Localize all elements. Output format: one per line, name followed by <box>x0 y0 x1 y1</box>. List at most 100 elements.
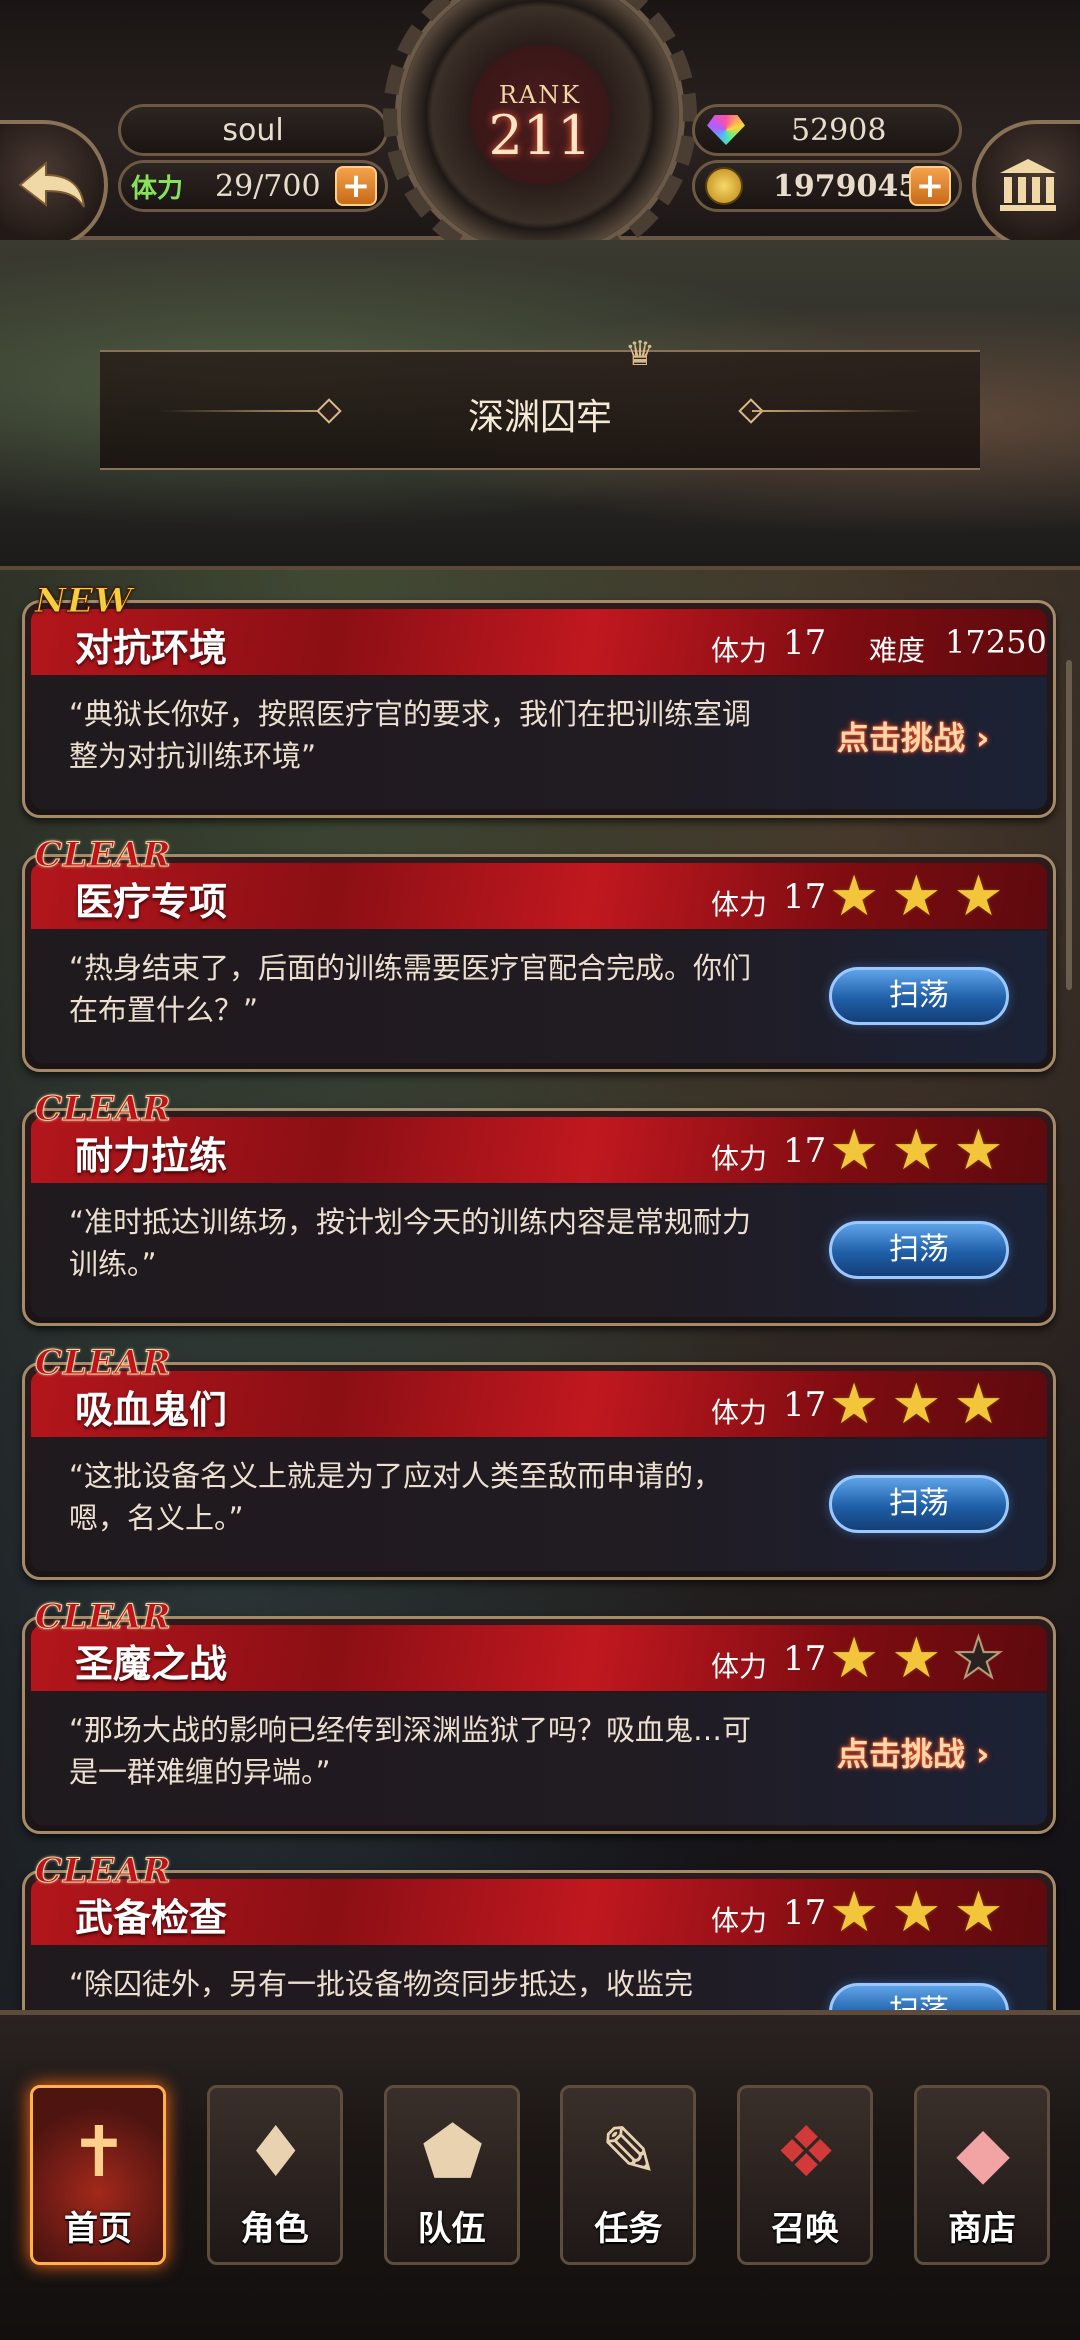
gems-value: 52908 <box>791 112 887 148</box>
shop-gem-icon: ◆ <box>956 2111 1010 2193</box>
stamina-cost-value: 17 <box>783 1639 827 1679</box>
nav-quest[interactable]: ✎ 任务 <box>560 2085 697 2265</box>
stamina-cost-value: 17 <box>783 877 827 917</box>
stage-banner: ♛ 深渊囚牢 <box>0 240 1080 570</box>
sweep-button[interactable]: 扫荡 <box>829 1475 1009 1533</box>
stage-card-header: 医疗专项 体力 17 ★ ★ ★ <box>31 863 1047 929</box>
star-filled-icon: ★ <box>891 1880 942 1945</box>
quest-book-icon: ✎ <box>600 2111 659 2193</box>
rank-value: 211 <box>488 104 592 167</box>
star-filled-icon: ★ <box>891 864 942 929</box>
stage-description: “准时抵达训练场，按计划今天的训练内容是常规耐力训练。” <box>69 1205 752 1281</box>
stage-card[interactable]: 吸血鬼们 体力 17 ★ ★ ★ “这批设备名义上就是为了应对人类至敌而申请的，嗯，… <box>22 1343 1056 1580</box>
nav-label: 首页 <box>64 2209 132 2249</box>
star-rating: ★ ★ ★ <box>829 867 1004 927</box>
nav-label: 任务 <box>594 2209 663 2249</box>
home-banner-icon: ✝ <box>69 2111 129 2193</box>
stage-card[interactable]: 耐力拉练 体力 17 ★ ★ ★ “准时抵达训练场，按计划今天的训练内容是常规耐力训… <box>22 1089 1056 1326</box>
crown-ornament-icon: ♛ <box>624 334 656 374</box>
clear-badge: CLEAR <box>35 1851 172 1892</box>
stage-title-plate: ♛ 深渊囚牢 <box>100 336 980 470</box>
stage-description: “这批设备名义上就是为了应对人类至敌而申请的，嗯，名义上。” <box>69 1459 723 1535</box>
stage-description: “除囚徒外，另有一批设备物资同步抵达，收监完 <box>69 1967 694 2001</box>
nav-home[interactable]: ✝ 首页 <box>30 2085 166 2265</box>
new-badge: NEW <box>34 581 134 622</box>
sweep-button[interactable]: 扫荡 <box>829 967 1009 1025</box>
stage-card-header: 圣魔之战 体力 17 ★ ★ ★ <box>31 1625 1047 1691</box>
stage-name: 医疗专项 <box>75 880 228 924</box>
stage-card-header: 耐力拉练 体力 17 ★ ★ ★ <box>31 1117 1047 1183</box>
star-filled-icon: ★ <box>829 1118 880 1183</box>
stamina-cost-label: 体力 <box>711 888 768 921</box>
stamina-cost-label: 体力 <box>711 1650 768 1683</box>
star-filled-icon: ★ <box>891 1372 942 1437</box>
back-arrow-icon <box>18 160 85 208</box>
stage-list[interactable]: 对抗环境 体力 17 难度 17250 “典狱长你好，按照医疗官的要求，我们在把… <box>0 580 1080 2010</box>
bank-button[interactable] <box>972 120 1080 250</box>
star-filled-icon: ★ <box>829 1880 880 1945</box>
summon-card-icon: ❖ <box>774 2111 838 2193</box>
back-button[interactable] <box>0 120 108 250</box>
coins-bar: 1979045 + <box>692 160 962 212</box>
stamina-cost-value: 17 <box>783 623 827 663</box>
stage-card-header: 对抗环境 体力 17 难度 17250 <box>31 609 1047 675</box>
top-header: soul 体力 29/700 + RANK 211 52908 1979045 … <box>0 0 1080 272</box>
stage-card[interactable]: 武备检查 体力 17 ★★★ “除囚徒外，另有一批设备物资同步抵达，收监完 扫荡… <box>22 1851 1056 2010</box>
star-filled-icon: ★ <box>953 1880 1004 1945</box>
rank-emblem: RANK 211 <box>383 0 697 272</box>
gems-bar: 52908 <box>692 104 962 156</box>
stage-name: 对抗环境 <box>75 626 228 670</box>
star-rating: ★ ★ ★ <box>829 1626 1005 1691</box>
stage-card-header: 吸血鬼们 体力 17 ★ ★ ★ <box>31 1371 1047 1437</box>
stamina-label: 体力 <box>131 173 184 204</box>
sweep-button[interactable]: 扫荡 <box>829 1221 1009 1279</box>
nav-label: 队伍 <box>417 2209 486 2249</box>
stage-title: 深渊囚牢 <box>467 397 612 438</box>
sweep-button[interactable]: 扫荡 <box>829 1983 1009 2010</box>
clear-badge: CLEAR <box>35 1343 172 1384</box>
star-filled-icon: ★ <box>829 864 880 929</box>
stamina-cost-value: 17 <box>783 1893 827 1933</box>
add-stamina-button[interactable]: + <box>335 166 377 206</box>
stage-card[interactable]: 对抗环境 体力 17 难度 17250 “典狱长你好，按照医疗官的要求，我们在把… <box>22 581 1056 818</box>
bank-icon <box>1000 159 1056 211</box>
character-card-icon: ♦ <box>244 2111 308 2193</box>
difficulty-value: 17250 <box>945 623 1047 661</box>
stage-description: “热身结束了，后面的训练需要医疗官配合完成。你们在布置什么？” <box>69 951 752 1027</box>
stage-name: 吸血鬼们 <box>75 1388 228 1432</box>
star-filled-icon: ★ <box>953 1118 1004 1183</box>
star-filled-icon: ★ <box>891 1626 942 1691</box>
stage-card-header: 武备检查 体力 17 ★ ★ ★ <box>31 1879 1047 1945</box>
stage-name: 耐力拉练 <box>75 1134 228 1178</box>
nav-shop[interactable]: ◆ 商店 <box>913 2085 1050 2265</box>
right-ornament-line <box>752 410 922 412</box>
star-empty-icon: ★ <box>952 1626 1004 1691</box>
add-coins-button[interactable]: + <box>909 166 951 206</box>
stage-description: “那场大战的影响已经传到深渊监狱了吗？吸血鬼…可是一群难缠的异端。” <box>69 1713 752 1789</box>
gem-icon <box>707 115 745 145</box>
star-filled-icon: ★ <box>829 1372 880 1437</box>
clear-badge: CLEAR <box>35 835 172 876</box>
stage-name: 武备检查 <box>75 1896 228 1940</box>
stage-card[interactable]: 医疗专项 体力 17 ★ ★ ★ “热身结束了，后面的训练需要医疗官配合完成。你们在… <box>22 835 1056 1072</box>
stage-card[interactable]: 圣魔之战 体力 17 ★ ★ ★ “那场大战的影响已经传到深渊监狱了吗？吸血鬼…可是… <box>22 1597 1056 1834</box>
nav-character[interactable]: ♦ 角色 <box>206 2085 343 2265</box>
player-name-bar: soul <box>118 104 388 156</box>
stamina-cost-label: 体力 <box>711 634 768 667</box>
stamina-cost-value: 17 <box>783 1385 827 1425</box>
bottom-nav: ✝ 首页 ♦ 角色 ⬟ 队伍 ✎ 任务 ❖ 召唤 ◆ 商店 <box>30 2085 1050 2265</box>
difficulty-label: 难度 <box>869 634 926 667</box>
nav-team[interactable]: ⬟ 队伍 <box>383 2085 520 2265</box>
nav-label: 角色 <box>240 2209 309 2249</box>
challenge-button[interactable]: 点击挑战 › <box>837 713 989 759</box>
coins-value: 1979045 <box>773 168 920 204</box>
star-filled-icon: ★ <box>953 864 1004 929</box>
stage-description: “典狱长你好，按照医疗官的要求，我们在把训练室调整为对抗训练环境” <box>69 697 752 773</box>
nav-label: 商店 <box>947 2209 1016 2249</box>
star-rating: ★ ★ ★ <box>829 1883 1004 1943</box>
stamina-cost-label: 体力 <box>711 1396 768 1429</box>
stamina-cost-label: 体力 <box>711 1904 768 1937</box>
challenge-button[interactable]: 点击挑战 › <box>837 1729 989 1775</box>
list-scrollbar[interactable] <box>1066 660 1072 990</box>
nav-summon[interactable]: ❖ 召唤 <box>737 2085 874 2265</box>
